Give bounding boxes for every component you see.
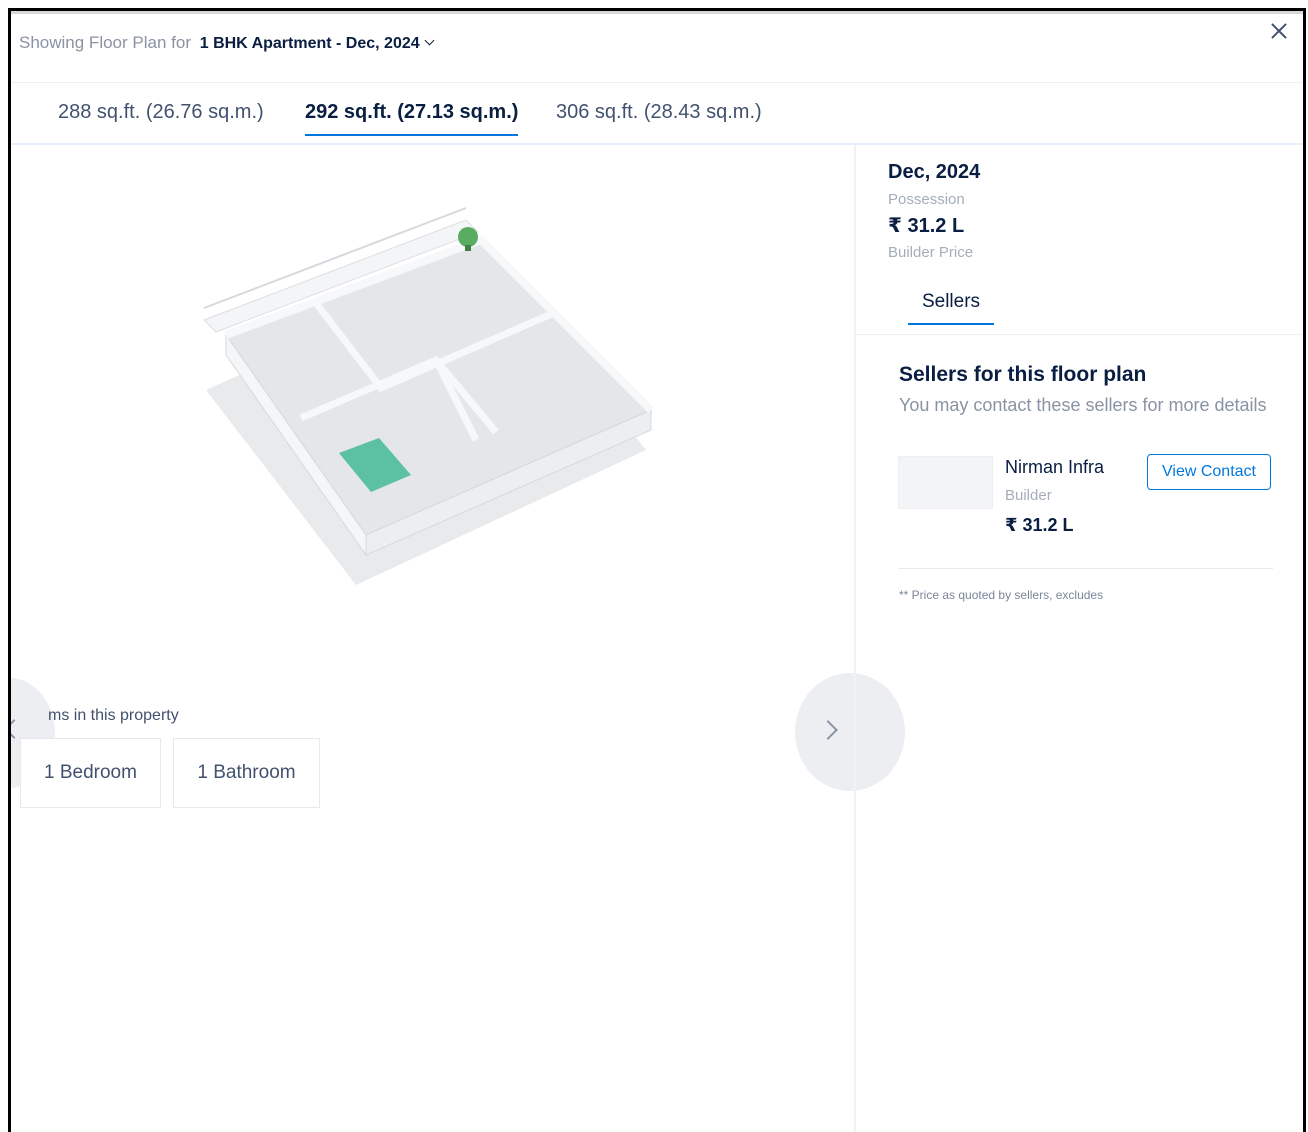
builder-price-label: Builder Price	[888, 244, 974, 261]
possession-label: Possession	[888, 191, 965, 208]
tab-size-292[interactable]: 292 sq.ft. (27.13 sq.m.)	[305, 101, 519, 136]
view-contact-button[interactable]: View Contact	[1147, 454, 1271, 490]
close-icon[interactable]	[1265, 17, 1293, 45]
seller-name[interactable]: Nirman Infra	[1005, 457, 1104, 478]
location-pin-base	[465, 245, 471, 251]
details-panel: Dec, 2024 Possession ₹ 31.2 L Builder Pr…	[854, 145, 1303, 1132]
floor-plan-3d-image	[203, 207, 654, 585]
tab-size-306[interactable]: 306 sq.ft. (28.43 sq.m.)	[556, 101, 762, 134]
possession-date: Dec, 2024	[888, 161, 981, 183]
header-title: Showing Floor Plan for 1 BHK Apartment -…	[19, 33, 435, 53]
divider	[899, 568, 1273, 569]
seller-logo	[898, 456, 993, 509]
size-tabs: 288 sq.ft. (26.76 sq.m.) 292 sq.ft. (27.…	[11, 83, 1303, 145]
tab-divider	[856, 334, 1303, 335]
tab-sellers[interactable]: Sellers	[908, 291, 994, 325]
seller-price: ₹ 31.2 L	[1005, 515, 1074, 535]
location-pin-icon	[458, 227, 478, 247]
config-dropdown[interactable]: 1 BHK Apartment - Dec, 2024	[199, 35, 435, 52]
sellers-title: Sellers for this floor plan	[899, 363, 1147, 386]
modal-header: Showing Floor Plan for 1 BHK Apartment -…	[11, 11, 1303, 83]
floor-plan-area: ms in this property 1 Bedroom 1 Bathroom	[11, 145, 905, 1132]
floor-plan-modal: Showing Floor Plan for 1 BHK Apartment -…	[8, 8, 1306, 1132]
config-dropdown-label: 1 BHK Apartment - Dec, 2024	[199, 35, 420, 52]
price-disclaimer: ** Price as quoted by sellers, excludes	[899, 588, 1104, 602]
header-prefix: Showing Floor Plan for	[19, 33, 191, 52]
room-card-bedroom: 1 Bedroom	[20, 738, 161, 808]
chevron-down-icon	[424, 35, 435, 46]
seller-role: Builder	[1005, 487, 1052, 504]
room-card-bathroom: 1 Bathroom	[173, 738, 320, 808]
tab-size-288[interactable]: 288 sq.ft. (26.76 sq.m.)	[58, 101, 264, 134]
rooms-label: ms in this property	[48, 707, 179, 724]
builder-price: ₹ 31.2 L	[888, 215, 965, 237]
sellers-subtitle: You may contact these sellers for more d…	[899, 395, 1267, 415]
